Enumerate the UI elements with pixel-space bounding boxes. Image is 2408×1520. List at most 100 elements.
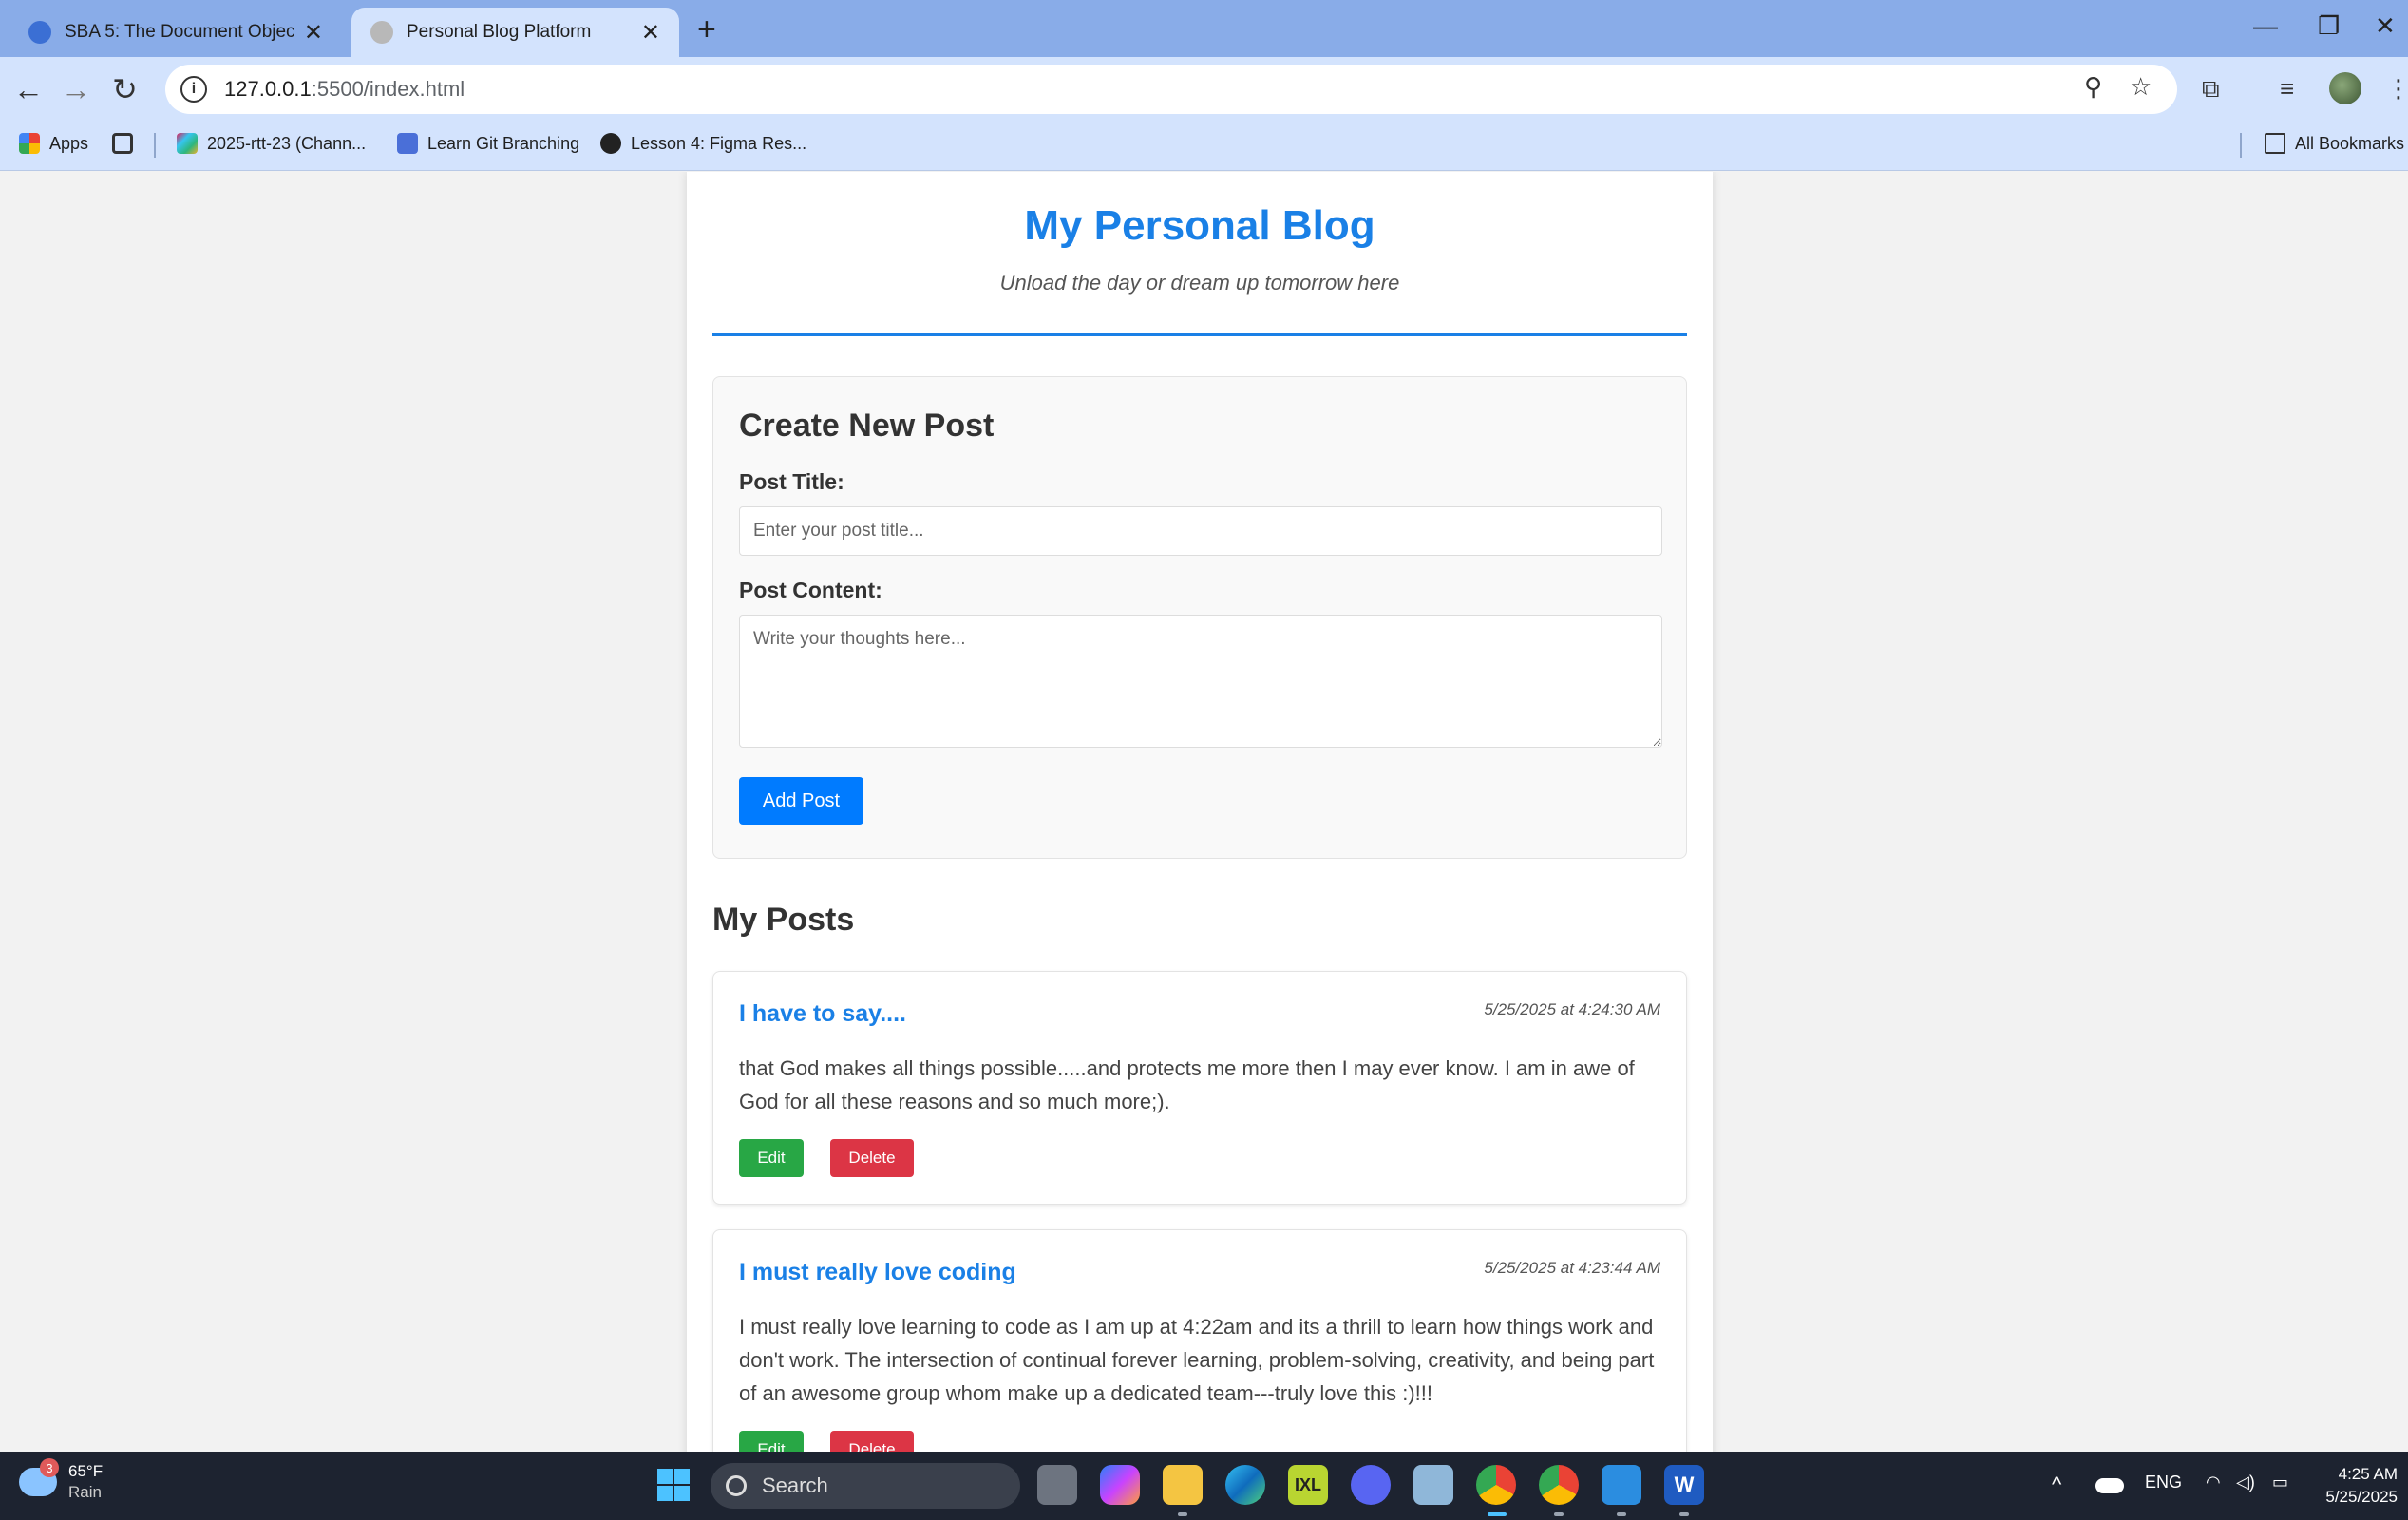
bookmark-apps[interactable]: Apps <box>19 133 88 154</box>
vscode-icon[interactable] <box>1602 1465 1641 1505</box>
post-content: I must really love learning to code as I… <box>739 1315 1655 1405</box>
copilot-icon[interactable] <box>1100 1465 1140 1505</box>
weather-widget[interactable]: 3 65°F Rain <box>19 1458 104 1503</box>
file-explorer-icon[interactable] <box>1163 1465 1203 1505</box>
slack-icon <box>177 133 198 154</box>
blog-header: My Personal Blog Unload the day or dream… <box>712 172 1687 336</box>
browser-tab-strip: SBA 5: The Document Object M ✕ Personal … <box>0 0 2408 57</box>
bookmark-label: 2025-rtt-23 (Chann... <box>207 133 367 153</box>
tab-personal-blog[interactable]: Personal Blog Platform ✕ <box>351 8 679 57</box>
chrome-icon[interactable] <box>1476 1465 1516 1505</box>
language-indicator[interactable]: ENG <box>2145 1472 2182 1492</box>
bookmark-slack[interactable]: 2025-rtt-23 (Chann... <box>177 133 366 154</box>
zoom-icon[interactable]: ⚲ <box>2084 72 2102 102</box>
word-icon[interactable]: W <box>1664 1465 1704 1505</box>
posts-heading: My Posts <box>712 902 855 938</box>
bookmark-figma[interactable]: Lesson 4: Figma Res... <box>600 133 806 154</box>
delete-post-button[interactable]: Delete <box>830 1431 914 1452</box>
close-window-icon[interactable]: ✕ <box>2375 11 2396 41</box>
page-tagline: Unload the day or dream up tomorrow here <box>999 271 1400 294</box>
battery-icon[interactable]: ▭ <box>2272 1472 2288 1492</box>
minimize-icon[interactable]: — <box>2253 11 2278 41</box>
all-bookmarks-label: All Bookmarks <box>2295 133 2405 153</box>
search-icon <box>726 1475 747 1496</box>
menu-kebab-icon[interactable]: ⋮ <box>2386 74 2408 104</box>
back-arrow-icon[interactable]: ← <box>13 70 44 108</box>
search-label: Search <box>762 1473 828 1497</box>
create-post-form: Create New Post Post Title: Post Content… <box>712 376 1687 859</box>
apps-grid-icon <box>19 133 40 154</box>
weather-temperature: 65°F <box>68 1462 104 1480</box>
edge-icon[interactable] <box>1225 1465 1265 1505</box>
post-timestamp: 5/25/2025 at 4:23:44 AM <box>1484 1259 1660 1277</box>
edit-post-button[interactable]: Edit <box>739 1139 804 1177</box>
tab-title: SBA 5: The Document Object M <box>65 22 294 42</box>
page-viewport: My Personal Blog Unload the day or dream… <box>0 172 2408 1452</box>
chrome-profile-icon[interactable] <box>1539 1465 1579 1505</box>
post-content-label: Post Content: <box>739 578 882 602</box>
post-title: I have to say.... <box>739 1000 907 1027</box>
running-indicator <box>1178 1512 1187 1516</box>
url-path: :5500/index.html <box>311 77 465 101</box>
weather-condition: Rain <box>68 1483 102 1501</box>
windows-start-icon[interactable] <box>654 1465 693 1505</box>
edit-post-button[interactable]: Edit <box>739 1431 804 1452</box>
rain-cloud-icon: 3 <box>19 1458 59 1496</box>
wifi-icon[interactable]: ◠ <box>2206 1472 2221 1492</box>
grid-icon <box>112 133 133 154</box>
post-actions: Edit Delete <box>739 1431 1660 1452</box>
ixl-icon[interactable]: IXL <box>1288 1465 1328 1505</box>
new-tab-button[interactable]: + <box>697 11 716 48</box>
bookmark-star-icon[interactable]: ☆ <box>2130 72 2152 102</box>
bookmark-separator <box>154 133 156 158</box>
bookmark-label: Lesson 4: Figma Res... <box>631 133 807 153</box>
form-heading: Create New Post <box>739 408 995 444</box>
site-info-icon[interactable]: i <box>180 76 207 103</box>
bookmark-git[interactable]: Learn Git Branching <box>397 133 579 154</box>
close-tab-icon[interactable]: ✕ <box>641 19 660 47</box>
notification-badge: 3 <box>40 1458 59 1477</box>
clock-time: 4:25 AM <box>2338 1465 2398 1483</box>
post-header: I have to say.... 5/25/2025 at 4:24:30 A… <box>739 972 1660 1038</box>
page-title: My Personal Blog <box>1024 202 1375 249</box>
task-view-icon[interactable] <box>1037 1465 1077 1505</box>
tab-groups-icon[interactable] <box>112 133 142 154</box>
url-host: 127.0.0.1 <box>224 77 312 101</box>
post-actions: Edit Delete <box>739 1139 1660 1177</box>
taskbar-search[interactable]: Search <box>711 1463 1020 1509</box>
chevron-up-icon[interactable]: ^ <box>2052 1472 2061 1497</box>
globe-icon <box>600 133 621 154</box>
globe-icon <box>370 21 393 44</box>
add-post-button[interactable]: Add Post <box>739 777 863 825</box>
active-indicator <box>1488 1512 1507 1516</box>
close-tab-icon[interactable]: ✕ <box>304 19 323 47</box>
tab-search-icon[interactable]: ⧉ <box>2202 74 2220 104</box>
restore-icon[interactable]: ❐ <box>2318 11 2340 41</box>
tab-title: Personal Blog Platform <box>407 22 592 42</box>
post-header: I must really love coding 5/25/2025 at 4… <box>739 1230 1660 1297</box>
volume-icon[interactable]: ◁) <box>2236 1472 2255 1492</box>
forward-arrow-icon[interactable]: → <box>61 70 91 108</box>
onedrive-icon[interactable] <box>2095 1478 2124 1493</box>
all-bookmarks-folder[interactable]: All Bookmarks <box>2265 133 2404 154</box>
post-title-input[interactable] <box>739 506 1662 556</box>
address-bar[interactable]: i 127.0.0.1:5500/index.html ⚲ ☆ <box>165 65 2177 114</box>
post-card: I must really love coding 5/25/2025 at 4… <box>712 1229 1687 1452</box>
post-title: I must really love coding <box>739 1259 1016 1285</box>
bookmark-separator <box>2240 133 2242 158</box>
media-queue-icon[interactable]: ≡ <box>2280 74 2294 104</box>
running-indicator <box>1679 1512 1689 1516</box>
discord-icon[interactable] <box>1351 1465 1391 1505</box>
app-icon[interactable] <box>1413 1465 1453 1505</box>
bookmark-label: Learn Git Branching <box>427 133 580 153</box>
clock-date: 5/25/2025 <box>2325 1488 2398 1506</box>
system-clock[interactable]: 4:25 AM 5/25/2025 <box>2318 1463 2398 1509</box>
git-icon <box>397 133 418 154</box>
profile-avatar[interactable] <box>2329 72 2361 104</box>
delete-post-button[interactable]: Delete <box>830 1139 914 1177</box>
reload-icon[interactable]: ↻ <box>112 70 138 108</box>
running-indicator <box>1617 1512 1626 1516</box>
tab-sba5[interactable]: SBA 5: The Document Object M ✕ <box>9 8 342 57</box>
post-timestamp: 5/25/2025 at 4:24:30 AM <box>1484 1000 1660 1018</box>
post-content-textarea[interactable] <box>739 615 1662 748</box>
